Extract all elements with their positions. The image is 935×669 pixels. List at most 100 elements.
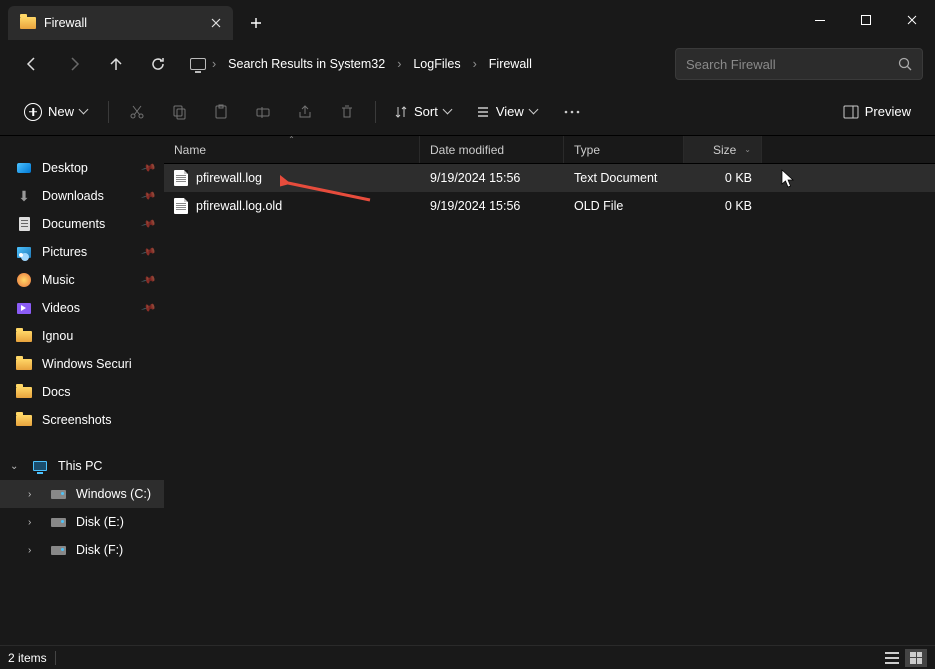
plus-circle-icon — [24, 103, 42, 121]
sidebar-item[interactable]: Windows Securi — [0, 350, 164, 378]
folder-icon — [16, 387, 32, 398]
status-bar: 2 items — [0, 645, 935, 669]
details-view-toggle[interactable] — [881, 649, 903, 667]
sidebar-item[interactable]: Videos 📌 — [0, 294, 164, 322]
close-window-button[interactable] — [889, 0, 935, 40]
pin-icon: 📌 — [140, 160, 156, 176]
pin-icon: 📌 — [140, 188, 156, 204]
pin-icon: 📌 — [140, 300, 156, 316]
folder-icon — [16, 415, 32, 426]
sidebar-item-this-pc[interactable]: ⌄ This PC — [0, 452, 164, 480]
pin-icon: 📌 — [140, 244, 156, 260]
search-box[interactable] — [675, 48, 923, 80]
navigation-bar: › Search Results in System32 › LogFiles … — [0, 40, 935, 88]
breadcrumb-bar: › Search Results in System32 › LogFiles … — [190, 53, 673, 75]
new-button[interactable]: New — [14, 95, 100, 129]
sidebar-item-drive[interactable]: › Disk (F:) — [0, 536, 164, 564]
sidebar-item[interactable]: Pictures 📌 — [0, 238, 164, 266]
sidebar-item[interactable]: ⬇Downloads📌 — [0, 182, 164, 210]
chevron-right-icon: › — [28, 489, 40, 500]
sort-button[interactable]: Sort — [384, 95, 464, 129]
chevron-right-icon: › — [471, 57, 479, 71]
new-tab-button[interactable] — [239, 6, 273, 40]
title-bar: Firewall — [0, 0, 935, 40]
search-icon — [898, 57, 912, 71]
sidebar-item-label: Docs — [42, 385, 70, 399]
file-size: 0 KB — [684, 171, 762, 185]
file-icon — [174, 170, 188, 186]
sidebar-item-label: Downloads — [42, 189, 104, 203]
column-headers: Name ⌃ Date modified Type Size⌄ — [164, 136, 935, 164]
pics-icon — [17, 247, 31, 258]
column-header-size[interactable]: Size⌄ — [684, 136, 762, 163]
sidebar-item[interactable]: Desktop 📌 — [0, 154, 164, 182]
view-button[interactable]: View — [466, 95, 550, 129]
cut-button[interactable] — [117, 95, 157, 129]
chevron-right-icon: › — [28, 545, 40, 556]
refresh-button[interactable] — [138, 46, 178, 82]
large-icons-view-toggle[interactable] — [905, 649, 927, 667]
sidebar-item-label: Disk (E:) — [76, 515, 124, 529]
chevron-right-icon: › — [395, 57, 403, 71]
sidebar-item[interactable]: Docs — [0, 378, 164, 406]
forward-button[interactable] — [54, 46, 94, 82]
column-header-date[interactable]: Date modified — [420, 136, 564, 163]
sidebar-item-drive[interactable]: ›Windows (C:) — [0, 480, 164, 508]
folder-icon — [16, 331, 32, 342]
file-row[interactable]: pfirewall.log 9/19/2024 15:56Text Documen… — [164, 164, 935, 192]
sidebar-item[interactable]: Music📌 — [0, 266, 164, 294]
up-button[interactable] — [96, 46, 136, 82]
minimize-button[interactable] — [797, 0, 843, 40]
breadcrumb-item[interactable]: Firewall — [483, 53, 538, 75]
sidebar-item[interactable]: Documents📌 — [0, 210, 164, 238]
sidebar-item[interactable]: Ignou — [0, 322, 164, 350]
folder-icon — [20, 17, 36, 29]
delete-button[interactable] — [327, 95, 367, 129]
share-button[interactable] — [285, 95, 325, 129]
pc-icon — [33, 461, 47, 471]
location-icon — [190, 58, 206, 70]
file-icon — [174, 198, 188, 214]
breadcrumb-item[interactable]: Search Results in System32 — [222, 53, 391, 75]
file-name: pfirewall.log.old — [196, 199, 282, 213]
search-input[interactable] — [686, 57, 890, 72]
window-controls — [797, 0, 935, 40]
file-name: pfirewall.log — [196, 171, 262, 185]
file-list-pane: Name ⌃ Date modified Type Size⌄ pfirewal… — [164, 136, 935, 645]
copy-button[interactable] — [159, 95, 199, 129]
sidebar-item-drive[interactable]: › Disk (E:) — [0, 508, 164, 536]
maximize-button[interactable] — [843, 0, 889, 40]
preview-pane-icon — [843, 105, 859, 119]
sidebar-item-label: Videos — [42, 301, 80, 315]
file-row[interactable]: pfirewall.log.old9/19/2024 15:56OLD File… — [164, 192, 935, 220]
column-header-type[interactable]: Type — [564, 136, 684, 163]
preview-button[interactable]: Preview — [833, 95, 921, 129]
drive-icon — [51, 518, 66, 527]
sidebar-item-label: Desktop — [42, 161, 88, 175]
sidebar-item[interactable]: Screenshots — [0, 406, 164, 434]
window-tab[interactable]: Firewall — [8, 6, 233, 40]
tab-title: Firewall — [44, 16, 201, 30]
sidebar-item-label: Pictures — [42, 245, 87, 259]
chevron-right-icon: › — [28, 517, 40, 528]
more-button[interactable] — [552, 95, 592, 129]
tab-close-button[interactable] — [209, 16, 223, 30]
videos-icon — [17, 303, 31, 314]
back-button[interactable] — [12, 46, 52, 82]
breadcrumb-item[interactable]: LogFiles — [407, 53, 466, 75]
drive-icon — [51, 490, 66, 499]
column-header-name[interactable]: Name ⌃ — [164, 136, 420, 163]
folder-icon — [16, 359, 32, 370]
sort-indicator-icon: ⌃ — [288, 135, 295, 144]
sidebar-item-label: Screenshots — [42, 413, 111, 427]
content-area: Desktop📌⬇Downloads📌Documents📌Pictures📌Mu… — [0, 136, 935, 645]
large-icons-icon — [910, 652, 922, 664]
docs-icon — [19, 217, 30, 231]
file-type: Text Document — [564, 171, 684, 185]
sidebar-item-label: Documents — [42, 217, 105, 231]
sidebar-item-label: Disk (F:) — [76, 543, 123, 557]
file-date: 9/19/2024 15:56 — [420, 171, 564, 185]
details-view-icon — [885, 652, 899, 664]
paste-button[interactable] — [201, 95, 241, 129]
rename-button[interactable] — [243, 95, 283, 129]
